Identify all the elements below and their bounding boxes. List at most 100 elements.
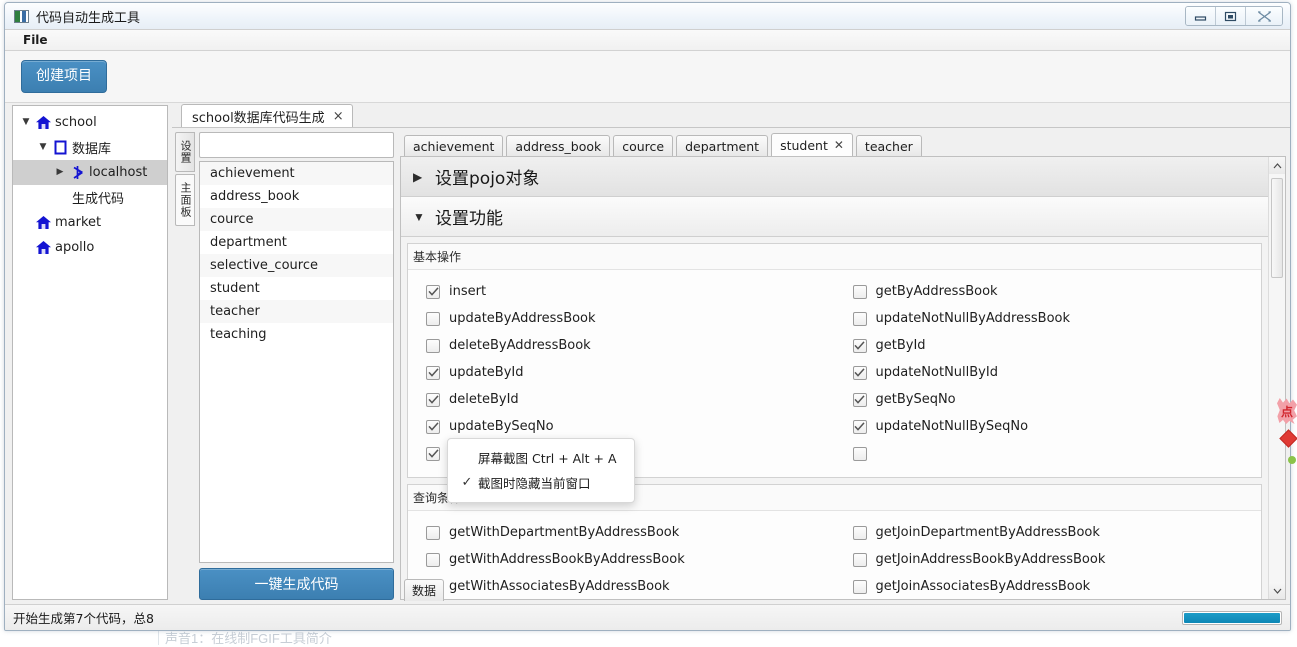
table-tab-department[interactable]: department <box>676 135 769 156</box>
checkbox-checked-icon[interactable] <box>852 338 867 353</box>
table-tab-teacher[interactable]: teacher <box>855 135 922 156</box>
table-tab-student[interactable]: student ✕ <box>771 133 853 156</box>
table-list[interactable]: achievement address_book cource department s… <box>199 161 394 563</box>
database-icon <box>50 140 70 155</box>
screenshot-context-menu[interactable]: 屏幕截图 Ctrl + Alt + A ✓ 截图时隐藏当前窗口 <box>447 438 635 503</box>
chevron-right-icon[interactable]: ▶ <box>53 168 67 177</box>
list-item[interactable]: teaching <box>200 323 393 346</box>
checkbox-unchecked-icon[interactable] <box>852 552 867 567</box>
project-tree[interactable]: ▼ school ▼ 数据库 ▶ localhost 生成代码 market apollo <box>12 105 168 600</box>
table-tab-cource[interactable]: cource <box>613 135 674 156</box>
checkbox-row-getJoinAddressBookByAddressBook[interactable]: getJoinAddressBookByAddressBook <box>852 546 1262 573</box>
tab-data[interactable]: 数据 <box>404 579 445 601</box>
menu-item-file[interactable]: File <box>15 31 56 49</box>
checkbox-row-updateById[interactable]: updateById <box>426 359 835 386</box>
checkbox-checked-icon[interactable] <box>852 419 867 434</box>
checkbox-row-updateNotNullBySeqNo[interactable]: updateNotNullBySeqNo <box>852 413 1262 440</box>
checkbox-row-getJoinAssociatesByAddressBook[interactable]: getJoinAssociatesByAddressBook <box>852 573 1262 599</box>
close-icon[interactable]: × <box>333 109 344 124</box>
side-tab-main-panel[interactable]: 主面板 <box>175 174 195 226</box>
checkbox-unchecked-icon[interactable] <box>426 525 440 540</box>
tree-node-数据库[interactable]: ▼ 数据库 <box>13 135 167 160</box>
minimize-icon[interactable] <box>1186 7 1216 25</box>
checkbox-checked-icon[interactable] <box>852 392 867 407</box>
accordion-header-0[interactable]: ▶ 设置pojo对象 <box>401 157 1268 197</box>
checkbox-row-deleteById[interactable]: deleteById <box>426 386 835 413</box>
checkbox-row-getWithAssociatesByAddressBook[interactable]: getWithAssociatesByAddressBook <box>426 573 835 599</box>
checkbox-unchecked-icon[interactable] <box>426 552 440 567</box>
tree-node-localhost[interactable]: ▶ localhost <box>13 160 167 185</box>
document-tab-school[interactable]: school数据库代码生成 × <box>181 104 353 127</box>
chevron-down-icon[interactable]: ▼ <box>19 118 33 127</box>
table-tab-label: teacher <box>864 138 913 154</box>
tree-node-apollo[interactable]: apollo <box>13 235 167 260</box>
chevron-down-icon[interactable] <box>1269 582 1285 599</box>
checkbox-row-getByAddressBook[interactable]: getByAddressBook <box>852 278 1262 305</box>
checkbox-row-deleteByAddressBook[interactable]: deleteByAddressBook <box>426 332 835 359</box>
checkbox-row-getBySeqNo[interactable]: getBySeqNo <box>852 386 1262 413</box>
checkbox-row-getWithDepartmentByAddressBook[interactable]: getWithDepartmentByAddressBook <box>426 519 835 546</box>
maximize-icon[interactable] <box>1216 7 1246 25</box>
checkbox-row-getJoinDepartmentByAddressBook[interactable]: getJoinDepartmentByAddressBook <box>852 519 1262 546</box>
search-field[interactable] <box>199 132 394 158</box>
close-icon[interactable]: ✕ <box>834 138 844 152</box>
chevron-right-icon[interactable]: ▶ <box>413 170 435 184</box>
checkbox-checked-icon[interactable] <box>426 446 440 461</box>
search-input[interactable] <box>200 133 393 157</box>
accordion-header-1[interactable]: ▼ 设置功能 <box>401 197 1268 237</box>
list-item[interactable]: department <box>200 231 393 254</box>
chevron-down-icon[interactable]: ▼ <box>413 210 435 224</box>
side-tab-label: 设置 <box>179 140 192 164</box>
checkbox-unchecked-icon[interactable] <box>426 311 440 326</box>
tree-node-生成代码[interactable]: 生成代码 <box>13 185 167 210</box>
table-tab-address_book[interactable]: address_book <box>506 135 611 156</box>
app-icon <box>14 9 29 23</box>
checkbox-row-updateNotNullByAddressBook[interactable]: updateNotNullByAddressBook <box>852 305 1262 332</box>
context-menu-item-1[interactable]: ✓ 截图时隐藏当前窗口 <box>448 470 634 495</box>
checkbox-checked-icon[interactable] <box>426 419 440 434</box>
checkbox-unchecked-icon[interactable] <box>852 284 867 299</box>
scrollbar-thumb[interactable] <box>1271 178 1283 278</box>
close-icon[interactable] <box>1246 7 1282 25</box>
checkbox-row-insert[interactable]: insert <box>426 278 835 305</box>
list-item[interactable]: student <box>200 277 393 300</box>
checkbox-row-updateNotNullById[interactable]: updateNotNullById <box>852 359 1262 386</box>
list-item[interactable]: selective_cource <box>200 254 393 277</box>
scrollbar-track[interactable] <box>1269 174 1285 582</box>
checkbox-label: deleteById <box>449 392 519 407</box>
checkbox-checked-icon[interactable] <box>426 284 440 299</box>
checkbox-checked-icon[interactable] <box>426 365 440 380</box>
generate-code-button[interactable]: 一键生成代码 <box>199 568 394 600</box>
tree-node-market[interactable]: market <box>13 210 167 235</box>
list-item[interactable]: address_book <box>200 185 393 208</box>
table-tab-label: achievement <box>413 138 495 154</box>
tree-node-label: market <box>55 215 102 230</box>
checkbox-row-getById[interactable]: getById <box>852 332 1262 359</box>
checkbox-row-updateByAddressBook[interactable]: updateByAddressBook <box>426 305 835 332</box>
checkbox-row-updateBySeqNo[interactable]: updateBySeqNo <box>426 413 835 440</box>
tree-node-school[interactable]: ▼ school <box>13 110 167 135</box>
checkbox-row[interactable] <box>852 440 1262 467</box>
chevron-up-icon[interactable] <box>1269 157 1285 174</box>
list-item[interactable]: teacher <box>200 300 393 323</box>
checkbox-checked-icon[interactable] <box>852 365 867 380</box>
tree-node-label: school <box>55 115 97 130</box>
checkbox-unchecked-icon[interactable] <box>852 525 867 540</box>
edge-promo-badge[interactable]: 点 <box>1277 398 1297 424</box>
checkbox-unchecked-icon[interactable] <box>852 446 867 461</box>
list-item[interactable]: cource <box>200 208 393 231</box>
checkbox-unchecked-icon[interactable] <box>852 579 867 594</box>
table-tab-achievement[interactable]: achievement <box>404 135 504 156</box>
checkbox-checked-icon[interactable] <box>426 392 440 407</box>
checkbox-label: updateNotNullByAddressBook <box>875 311 1071 326</box>
create-project-button[interactable]: 创建项目 <box>21 60 107 93</box>
checkbox-row-getWithAddressBookByAddressBook[interactable]: getWithAddressBookByAddressBook <box>426 546 835 573</box>
checkbox-unchecked-icon[interactable] <box>852 311 867 326</box>
checkbox-unchecked-icon[interactable] <box>426 338 440 353</box>
chevron-down-icon[interactable]: ▼ <box>36 143 50 152</box>
table-detail-panel: achievement address_book cource department s… <box>396 128 1290 601</box>
side-tab-settings[interactable]: 设置 <box>175 132 195 172</box>
context-menu-item-0[interactable]: 屏幕截图 Ctrl + Alt + A <box>448 445 634 470</box>
vertical-scrollbar[interactable] <box>1268 157 1285 599</box>
list-item[interactable]: achievement <box>200 162 393 185</box>
